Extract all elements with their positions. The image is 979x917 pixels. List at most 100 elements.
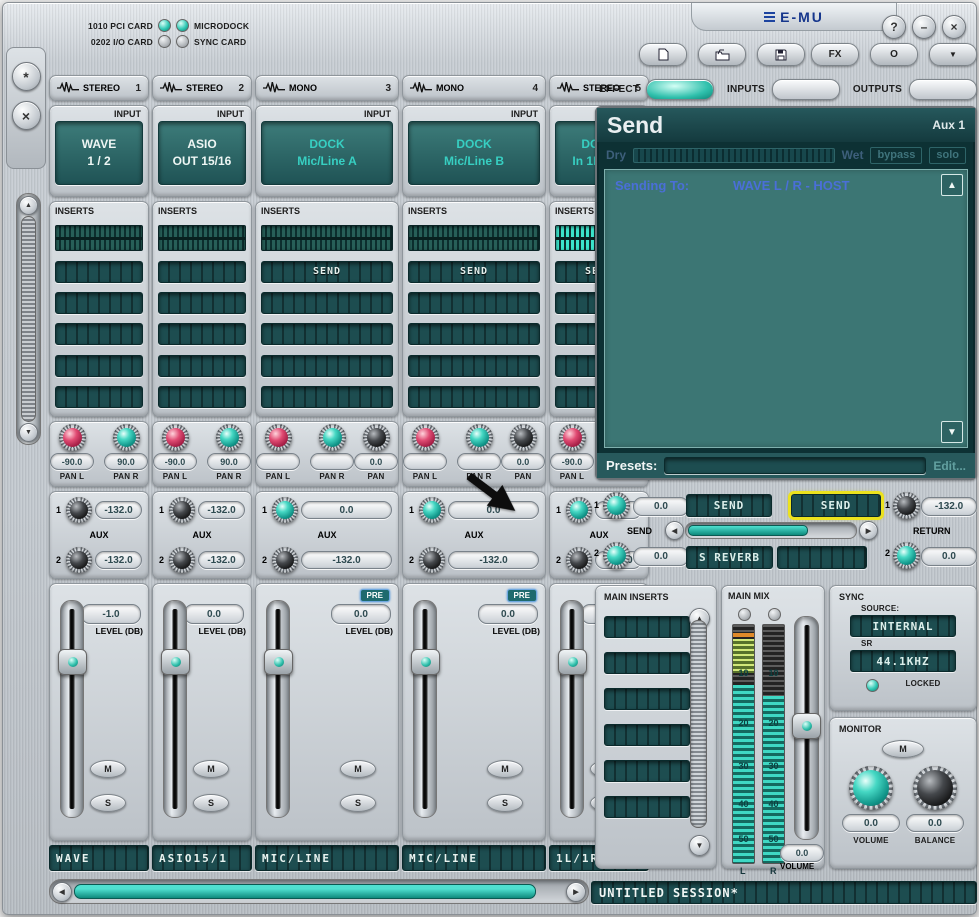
insert-slot[interactable] <box>158 323 246 346</box>
new-session-button[interactable] <box>639 43 687 66</box>
sync-source-display[interactable]: INTERNAL <box>850 615 956 637</box>
insert-slot[interactable]: SEND <box>408 260 540 283</box>
fader-thumb[interactable] <box>264 649 293 675</box>
close-button[interactable]: × <box>942 15 966 39</box>
aux1-value[interactable]: 0.0 <box>301 501 392 519</box>
monitor-mute-button[interactable]: M <box>882 740 924 758</box>
pan-left-value[interactable] <box>403 453 447 470</box>
mute-button[interactable]: M <box>193 760 229 778</box>
dropdown-button[interactable]: ▼ <box>929 43 977 66</box>
pan-right-knob[interactable] <box>318 424 346 451</box>
aux2-value[interactable]: -132.0 <box>301 551 392 569</box>
fader-thumb[interactable] <box>411 649 440 675</box>
insert-slot[interactable] <box>55 323 143 346</box>
aux2-effect-display[interactable] <box>777 546 867 569</box>
aux1-effect-display[interactable]: S REVERB <box>686 546 773 569</box>
new-strip-button[interactable]: * <box>11 62 41 91</box>
pan-right-value[interactable]: 90.0 <box>207 453 251 470</box>
input-display[interactable]: ASIO OUT 15/16 <box>158 121 246 185</box>
fader-thumb[interactable] <box>58 649 87 675</box>
monitor-volume-value[interactable]: 0.0 <box>842 814 900 832</box>
solo-button[interactable]: S <box>340 794 376 812</box>
insert-slot[interactable] <box>158 260 246 283</box>
insert-slot[interactable] <box>55 354 143 377</box>
mute-button[interactable]: M <box>90 760 126 778</box>
aux-bus2-display-selected[interactable]: SEND <box>788 491 884 520</box>
monitor-volume-knob[interactable] <box>849 766 893 810</box>
solo-button[interactable]: S <box>90 794 126 812</box>
main-fader-thumb[interactable] <box>792 713 821 739</box>
pan-right-value[interactable]: 90.0 <box>104 453 148 470</box>
dry-wet-slider[interactable] <box>633 147 835 163</box>
aux-send2-value[interactable]: 0.0 <box>633 547 689 566</box>
pan-left-knob[interactable] <box>161 424 189 451</box>
main-volume-value[interactable]: 0.0 <box>780 844 824 862</box>
insert-slot[interactable] <box>158 385 246 408</box>
main-inserts-scrollbar[interactable] <box>690 620 707 828</box>
main-insert-slot[interactable] <box>604 724 690 746</box>
aux-bus1-display[interactable]: SEND <box>686 494 772 517</box>
presets-field[interactable] <box>664 457 927 474</box>
mute-button[interactable]: M <box>487 760 523 778</box>
return1-knob[interactable] <box>893 492 920 519</box>
help-button[interactable]: ? <box>882 15 906 39</box>
strip-type-tab[interactable]: STEREO 1 <box>49 75 149 101</box>
main-insert-slot[interactable] <box>604 688 690 710</box>
pan-knob[interactable] <box>362 424 390 451</box>
screen-scroll-down-button[interactable]: ▼ <box>941 421 963 443</box>
aux1-knob[interactable] <box>566 497 592 523</box>
pan-left-knob[interactable] <box>58 424 86 451</box>
pan-left-value[interactable]: -90.0 <box>550 453 594 470</box>
scroll-down-button[interactable]: ▼ <box>19 423 38 442</box>
pan-value[interactable]: 0.0 <box>501 453 545 470</box>
main-insert-slot[interactable] <box>604 616 690 638</box>
aux1-value[interactable]: -132.0 <box>198 501 245 519</box>
aux-scroll-right-button[interactable]: ▶ <box>859 521 878 540</box>
level-value[interactable]: -1.0 <box>81 604 141 624</box>
aux2-value[interactable]: -132.0 <box>198 551 245 569</box>
insert-slot[interactable] <box>408 385 540 408</box>
pan-left-knob[interactable] <box>411 424 439 451</box>
main-insert-slot[interactable] <box>604 760 690 782</box>
bypass-button[interactable]: bypass <box>870 146 923 164</box>
tab-inputs[interactable]: INPUTS <box>727 79 840 100</box>
level-value[interactable]: 0.0 <box>478 604 538 624</box>
pan-right-value[interactable] <box>310 453 354 470</box>
pan-value[interactable]: 0.0 <box>354 453 398 470</box>
open-session-button[interactable] <box>698 43 746 66</box>
aux-scroll-left-button[interactable]: ◀ <box>665 521 684 540</box>
strip-vertical-scrollbar[interactable]: ▲ ▼ <box>16 193 41 445</box>
monitor-balance-value[interactable]: 0.0 <box>906 814 964 832</box>
aux-send1-value[interactable]: 0.0 <box>633 497 689 516</box>
return1-value[interactable]: -132.0 <box>921 497 977 516</box>
solo-button[interactable]: S <box>487 794 523 812</box>
aux1-knob[interactable] <box>272 497 298 523</box>
pan-left-value[interactable] <box>256 453 300 470</box>
tab-effect[interactable]: EFFECT <box>599 79 715 100</box>
hscroll-right-button[interactable]: ▶ <box>566 882 586 902</box>
aux1-knob[interactable] <box>419 497 445 523</box>
strip-type-tab[interactable]: MONO 4 <box>402 75 546 101</box>
insert-slot[interactable] <box>55 291 143 314</box>
level-fader[interactable] <box>264 600 293 818</box>
solo-button[interactable]: S <box>193 794 229 812</box>
outputs-tab-lamp[interactable] <box>909 79 977 100</box>
main-volume-fader[interactable] <box>792 616 821 840</box>
screen-scroll-up-button[interactable]: ▲ <box>941 174 963 196</box>
aux2-value[interactable]: -132.0 <box>448 551 539 569</box>
strip-type-tab[interactable]: STEREO 2 <box>152 75 252 101</box>
save-session-button[interactable] <box>757 43 805 66</box>
level-fader[interactable] <box>411 600 440 818</box>
pan-left-value[interactable]: -90.0 <box>153 453 197 470</box>
level-fader[interactable] <box>161 600 190 818</box>
effect-tab-lamp[interactable] <box>646 79 715 100</box>
aux-scroll-thumb[interactable] <box>688 525 808 536</box>
pan-left-knob[interactable] <box>264 424 292 451</box>
insert-slot[interactable] <box>55 260 143 283</box>
aux2-knob[interactable] <box>419 547 445 573</box>
presets-edit-button[interactable]: Edit... <box>933 459 966 473</box>
input-display[interactable]: WAVE 1 / 2 <box>55 121 143 185</box>
tab-outputs[interactable]: OUTPUTS <box>853 79 977 100</box>
main-insert-slot[interactable] <box>604 796 690 818</box>
sending-to-value[interactable]: WAVE L / R - HOST <box>733 178 850 193</box>
